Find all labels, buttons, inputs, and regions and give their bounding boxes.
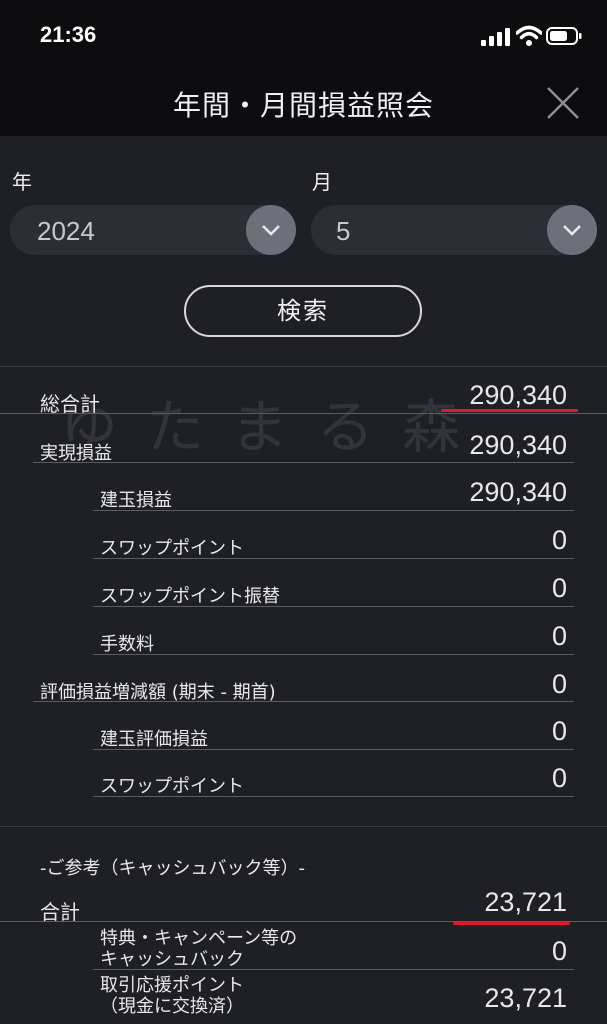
year-select-value: 2024: [37, 216, 95, 246]
highlight-underline: [441, 409, 578, 412]
total-value: 290,340: [469, 380, 567, 410]
swap-label: スワップポイント: [100, 538, 244, 559]
wifi-icon: [516, 25, 542, 46]
swap2-label: スワップポイント: [100, 776, 244, 797]
position-pl-label: 建玉損益: [100, 490, 172, 511]
row-line: [93, 749, 574, 750]
row-line: [33, 701, 574, 702]
section-divider: [0, 366, 607, 367]
campaign-label-line2: キャッシュバック: [100, 949, 244, 970]
year-select-toggle[interactable]: [246, 205, 296, 255]
points-value: 23,721: [484, 983, 567, 1013]
reference-total-value: 23,721: [484, 887, 567, 917]
reference-title: -ご参考（キャッシュバック等）-: [40, 858, 305, 879]
month-select[interactable]: 5: [311, 205, 597, 255]
section-divider: [0, 826, 607, 827]
battery-icon: [546, 27, 582, 45]
position-valuation-label: 建玉評価損益: [100, 729, 208, 750]
swap-transfer-value: 0: [551, 573, 567, 603]
row-line: [93, 558, 574, 559]
row-line: [93, 796, 574, 797]
row-line: [0, 413, 607, 414]
page-title: 年間・月間損益照会: [172, 89, 434, 122]
realized-value: 290,340: [469, 430, 567, 460]
position-valuation-value: 0: [551, 716, 567, 746]
fee-label: 手数料: [100, 634, 154, 655]
campaign-label: 特典・キャンペーン等の キャッシュバック: [100, 928, 297, 970]
campaign-value: 0: [551, 936, 567, 966]
position-pl-value: 290,340: [469, 477, 567, 507]
points-label-line2: （現金に交換済）: [100, 996, 244, 1017]
swap-value: 0: [551, 525, 567, 555]
close-icon[interactable]: [546, 86, 580, 120]
signal-icon: [481, 28, 510, 46]
highlight-underline: [453, 922, 570, 925]
fee-value: 0: [551, 621, 567, 651]
campaign-label-line1: 特典・キャンペーン等の: [100, 928, 298, 949]
year-select[interactable]: 2024: [10, 205, 296, 255]
status-time: 21:36: [40, 22, 97, 47]
chevron-down-icon: [563, 225, 581, 236]
month-select-toggle[interactable]: [547, 205, 597, 255]
row-line: [33, 462, 574, 463]
points-label: 取引応援ポイント （現金に交換済）: [100, 975, 244, 1017]
chevron-down-icon: [262, 225, 280, 236]
row-line: [93, 510, 574, 511]
swap-transfer-label: スワップポイント振替: [100, 586, 280, 607]
year-label: 年: [12, 170, 32, 194]
valuation-change-value: 0: [551, 669, 567, 699]
row-line: [93, 606, 574, 607]
month-label: 月: [312, 170, 332, 194]
search-button[interactable]: 検索: [184, 285, 422, 337]
month-select-value: 5: [336, 216, 351, 246]
swap2-value: 0: [551, 763, 567, 793]
row-line: [93, 969, 574, 970]
points-label-line1: 取引応援ポイント: [100, 975, 244, 996]
row-line: [93, 654, 574, 655]
